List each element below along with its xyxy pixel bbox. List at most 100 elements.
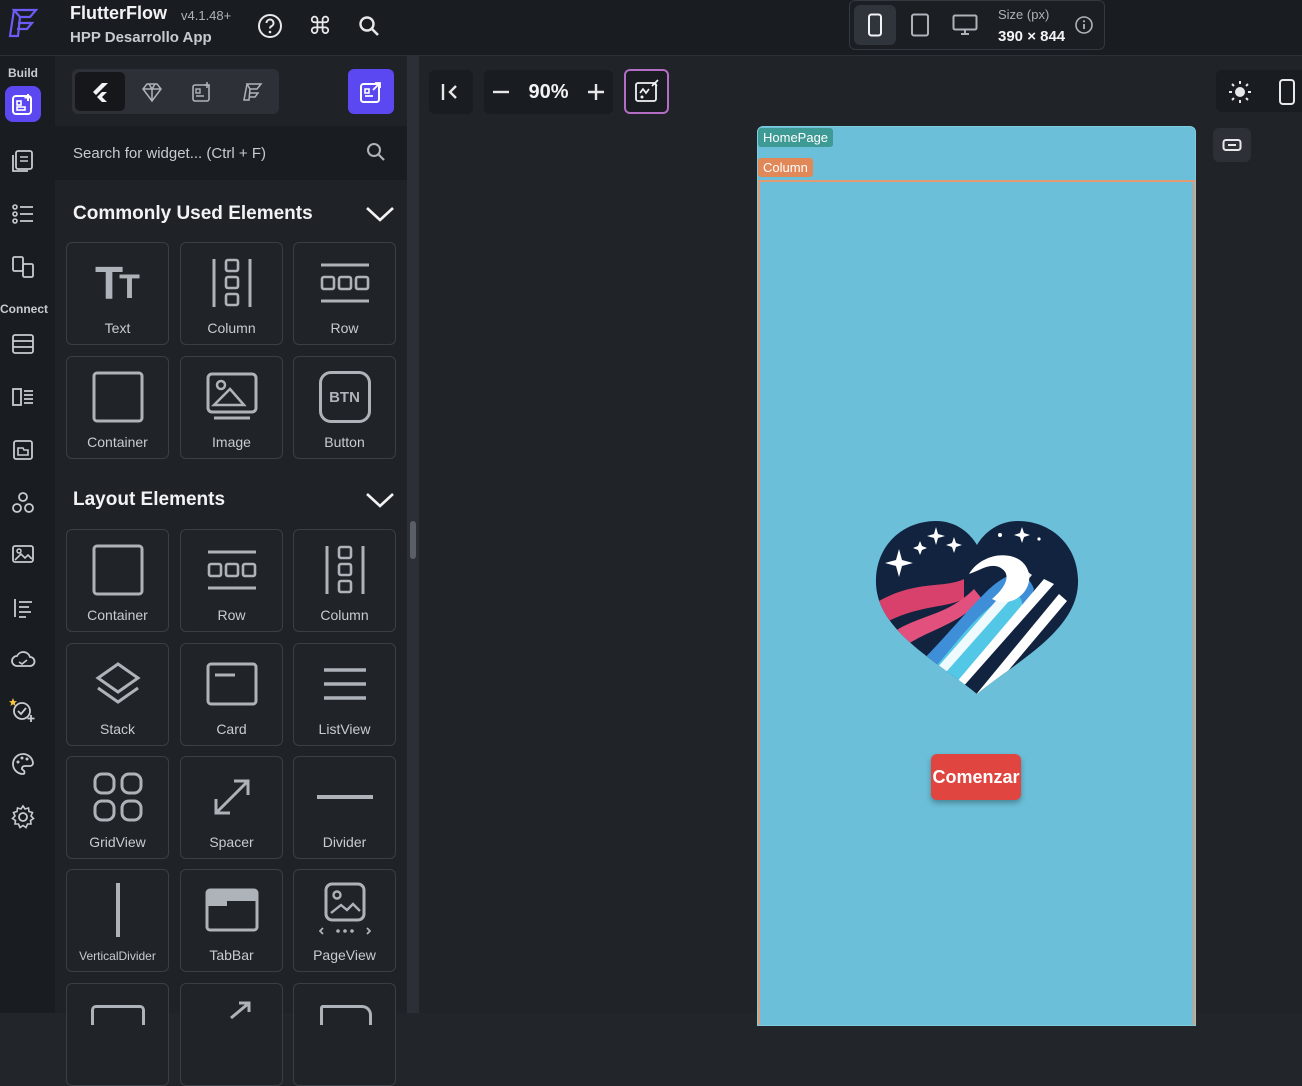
magic-wand-icon	[634, 78, 659, 102]
comenzar-button[interactable]: Comenzar	[931, 754, 1021, 800]
zoom-controls: 90%	[484, 70, 613, 114]
canvas-area: 90% HomePage Column Comenzar	[419, 56, 1302, 1026]
zoom-level[interactable]: 90%	[528, 81, 568, 104]
size-value[interactable]: 390 × 844	[998, 28, 1065, 45]
ai-gen-button[interactable]	[624, 69, 669, 114]
widget-card-row[interactable]: Row	[293, 242, 396, 345]
widget-label: Container	[87, 607, 148, 623]
pageview-widget-icon	[294, 880, 395, 940]
widget-label: VerticalDivider	[79, 949, 156, 963]
widget-card-text[interactable]: TT Text	[66, 242, 169, 345]
widget-label: Card	[216, 721, 247, 737]
widget-label: Row	[217, 607, 246, 623]
custom-code-icon[interactable]	[5, 485, 41, 521]
light-mode-icon[interactable]	[1228, 80, 1252, 104]
theme-settings-icon[interactable]	[5, 746, 41, 782]
widget-card-tabbar[interactable]: TabBar	[180, 869, 283, 972]
media-assets-icon[interactable]	[5, 432, 41, 468]
widget-card-column[interactable]: Column	[293, 529, 396, 632]
project-name[interactable]: HPP Desarrollo App	[70, 29, 212, 46]
build-section-label: Build	[8, 66, 38, 80]
widget-label: Container	[87, 434, 148, 450]
widget-card-column[interactable]: Column	[180, 242, 283, 345]
settings-gear-icon[interactable]	[5, 799, 41, 835]
widget-card-listview[interactable]: ListView	[293, 643, 396, 746]
search-icon[interactable]	[365, 141, 387, 163]
button-glyph-text: BTN	[318, 371, 371, 423]
row-widget-icon	[294, 253, 395, 313]
tablet-device-icon[interactable]	[899, 5, 941, 45]
widget-card-divider[interactable]: Divider	[293, 756, 396, 859]
command-icon[interactable]: ⌘	[306, 12, 334, 40]
resize-grip[interactable]	[410, 521, 416, 559]
column-tag[interactable]: Column	[758, 158, 813, 177]
storyboard-icon[interactable]	[5, 249, 41, 285]
widget-card-verticaldivider[interactable]: VerticalDivider	[66, 869, 169, 972]
widget-card-container[interactable]: Container	[66, 529, 169, 632]
widget-search	[55, 126, 407, 180]
spacer-widget-icon	[181, 767, 282, 827]
page-tag[interactable]: HomePage	[758, 128, 834, 147]
widget-card-partial[interactable]	[180, 983, 283, 1086]
canvas-right-controls	[1216, 70, 1302, 112]
widget-card-pageview[interactable]: PageView	[293, 869, 396, 972]
widget-properties-button[interactable]	[1213, 128, 1251, 162]
search-icon[interactable]	[355, 12, 383, 40]
widget-card-row[interactable]: Row	[180, 529, 283, 632]
widget-label: GridView	[89, 834, 146, 850]
device-selector: Size (px) 390 × 844	[849, 0, 1105, 50]
schema-icon[interactable]	[5, 379, 41, 415]
widget-label: Divider	[322, 834, 367, 850]
desktop-device-icon[interactable]	[944, 5, 986, 45]
phone-canvas[interactable]: HomePage Column Comenzar	[757, 126, 1196, 1026]
column-widget-icon	[181, 253, 282, 313]
panel-tabs	[72, 69, 279, 114]
phone-device-icon[interactable]	[854, 5, 896, 45]
zoom-in-icon[interactable]	[587, 83, 605, 101]
widget-label: Column	[320, 607, 369, 623]
tab-premium-components[interactable]	[127, 72, 177, 111]
tab-flutter-widgets[interactable]	[75, 72, 125, 111]
chevron-down-icon[interactable]	[365, 204, 395, 224]
widget-card-card[interactable]: Card	[180, 643, 283, 746]
collapse-panel-button[interactable]	[429, 70, 473, 114]
widget-search-input[interactable]	[73, 138, 363, 168]
flutterflow-logo-icon[interactable]	[6, 6, 40, 40]
add-component-button[interactable]	[348, 69, 394, 114]
theme-text-icon[interactable]	[5, 590, 41, 626]
common-elements-title: Commonly Used Elements	[73, 203, 313, 224]
tab-library-components[interactable]	[227, 72, 277, 111]
chevron-down-icon[interactable]	[365, 490, 395, 510]
firestore-icon[interactable]	[5, 326, 41, 362]
container-widget-icon	[67, 540, 168, 600]
widget-card-gridview[interactable]: GridView	[66, 756, 169, 859]
widget-card-image[interactable]: Image	[180, 356, 283, 459]
input-field-icon	[1222, 139, 1242, 151]
widget-card-stack[interactable]: Stack	[66, 643, 169, 746]
help-icon[interactable]	[256, 12, 284, 40]
test-mode-icon[interactable]	[5, 692, 41, 728]
column-widget-icon	[294, 540, 395, 600]
widget-card-spacer[interactable]: Spacer	[180, 756, 283, 859]
widget-label: Button	[324, 434, 365, 450]
heart-logo-image[interactable]	[874, 519, 1080, 697]
collapse-left-icon	[441, 84, 457, 100]
widget-card-partial[interactable]	[66, 983, 169, 1086]
widget-card-container[interactable]: Container	[66, 356, 169, 459]
widget-tree-icon[interactable]	[5, 196, 41, 232]
info-icon[interactable]	[1074, 15, 1094, 35]
cloud-functions-icon[interactable]	[5, 641, 41, 677]
pages-icon[interactable]	[5, 143, 41, 179]
tab-custom-components[interactable]	[177, 72, 227, 111]
device-frame-icon[interactable]	[1278, 78, 1296, 106]
panel-resize-handle[interactable]	[407, 56, 419, 1013]
widget-card-button[interactable]: BTN Button	[293, 356, 396, 459]
widget-label: Text	[104, 320, 131, 336]
image-assets-icon[interactable]	[5, 536, 41, 572]
row-widget-icon	[181, 540, 282, 600]
zoom-out-icon[interactable]	[492, 83, 510, 101]
widget-card-partial[interactable]	[293, 983, 396, 1086]
widget-palette-icon[interactable]	[5, 86, 41, 122]
container-widget-icon	[67, 367, 168, 427]
widget-label: TabBar	[209, 947, 254, 963]
